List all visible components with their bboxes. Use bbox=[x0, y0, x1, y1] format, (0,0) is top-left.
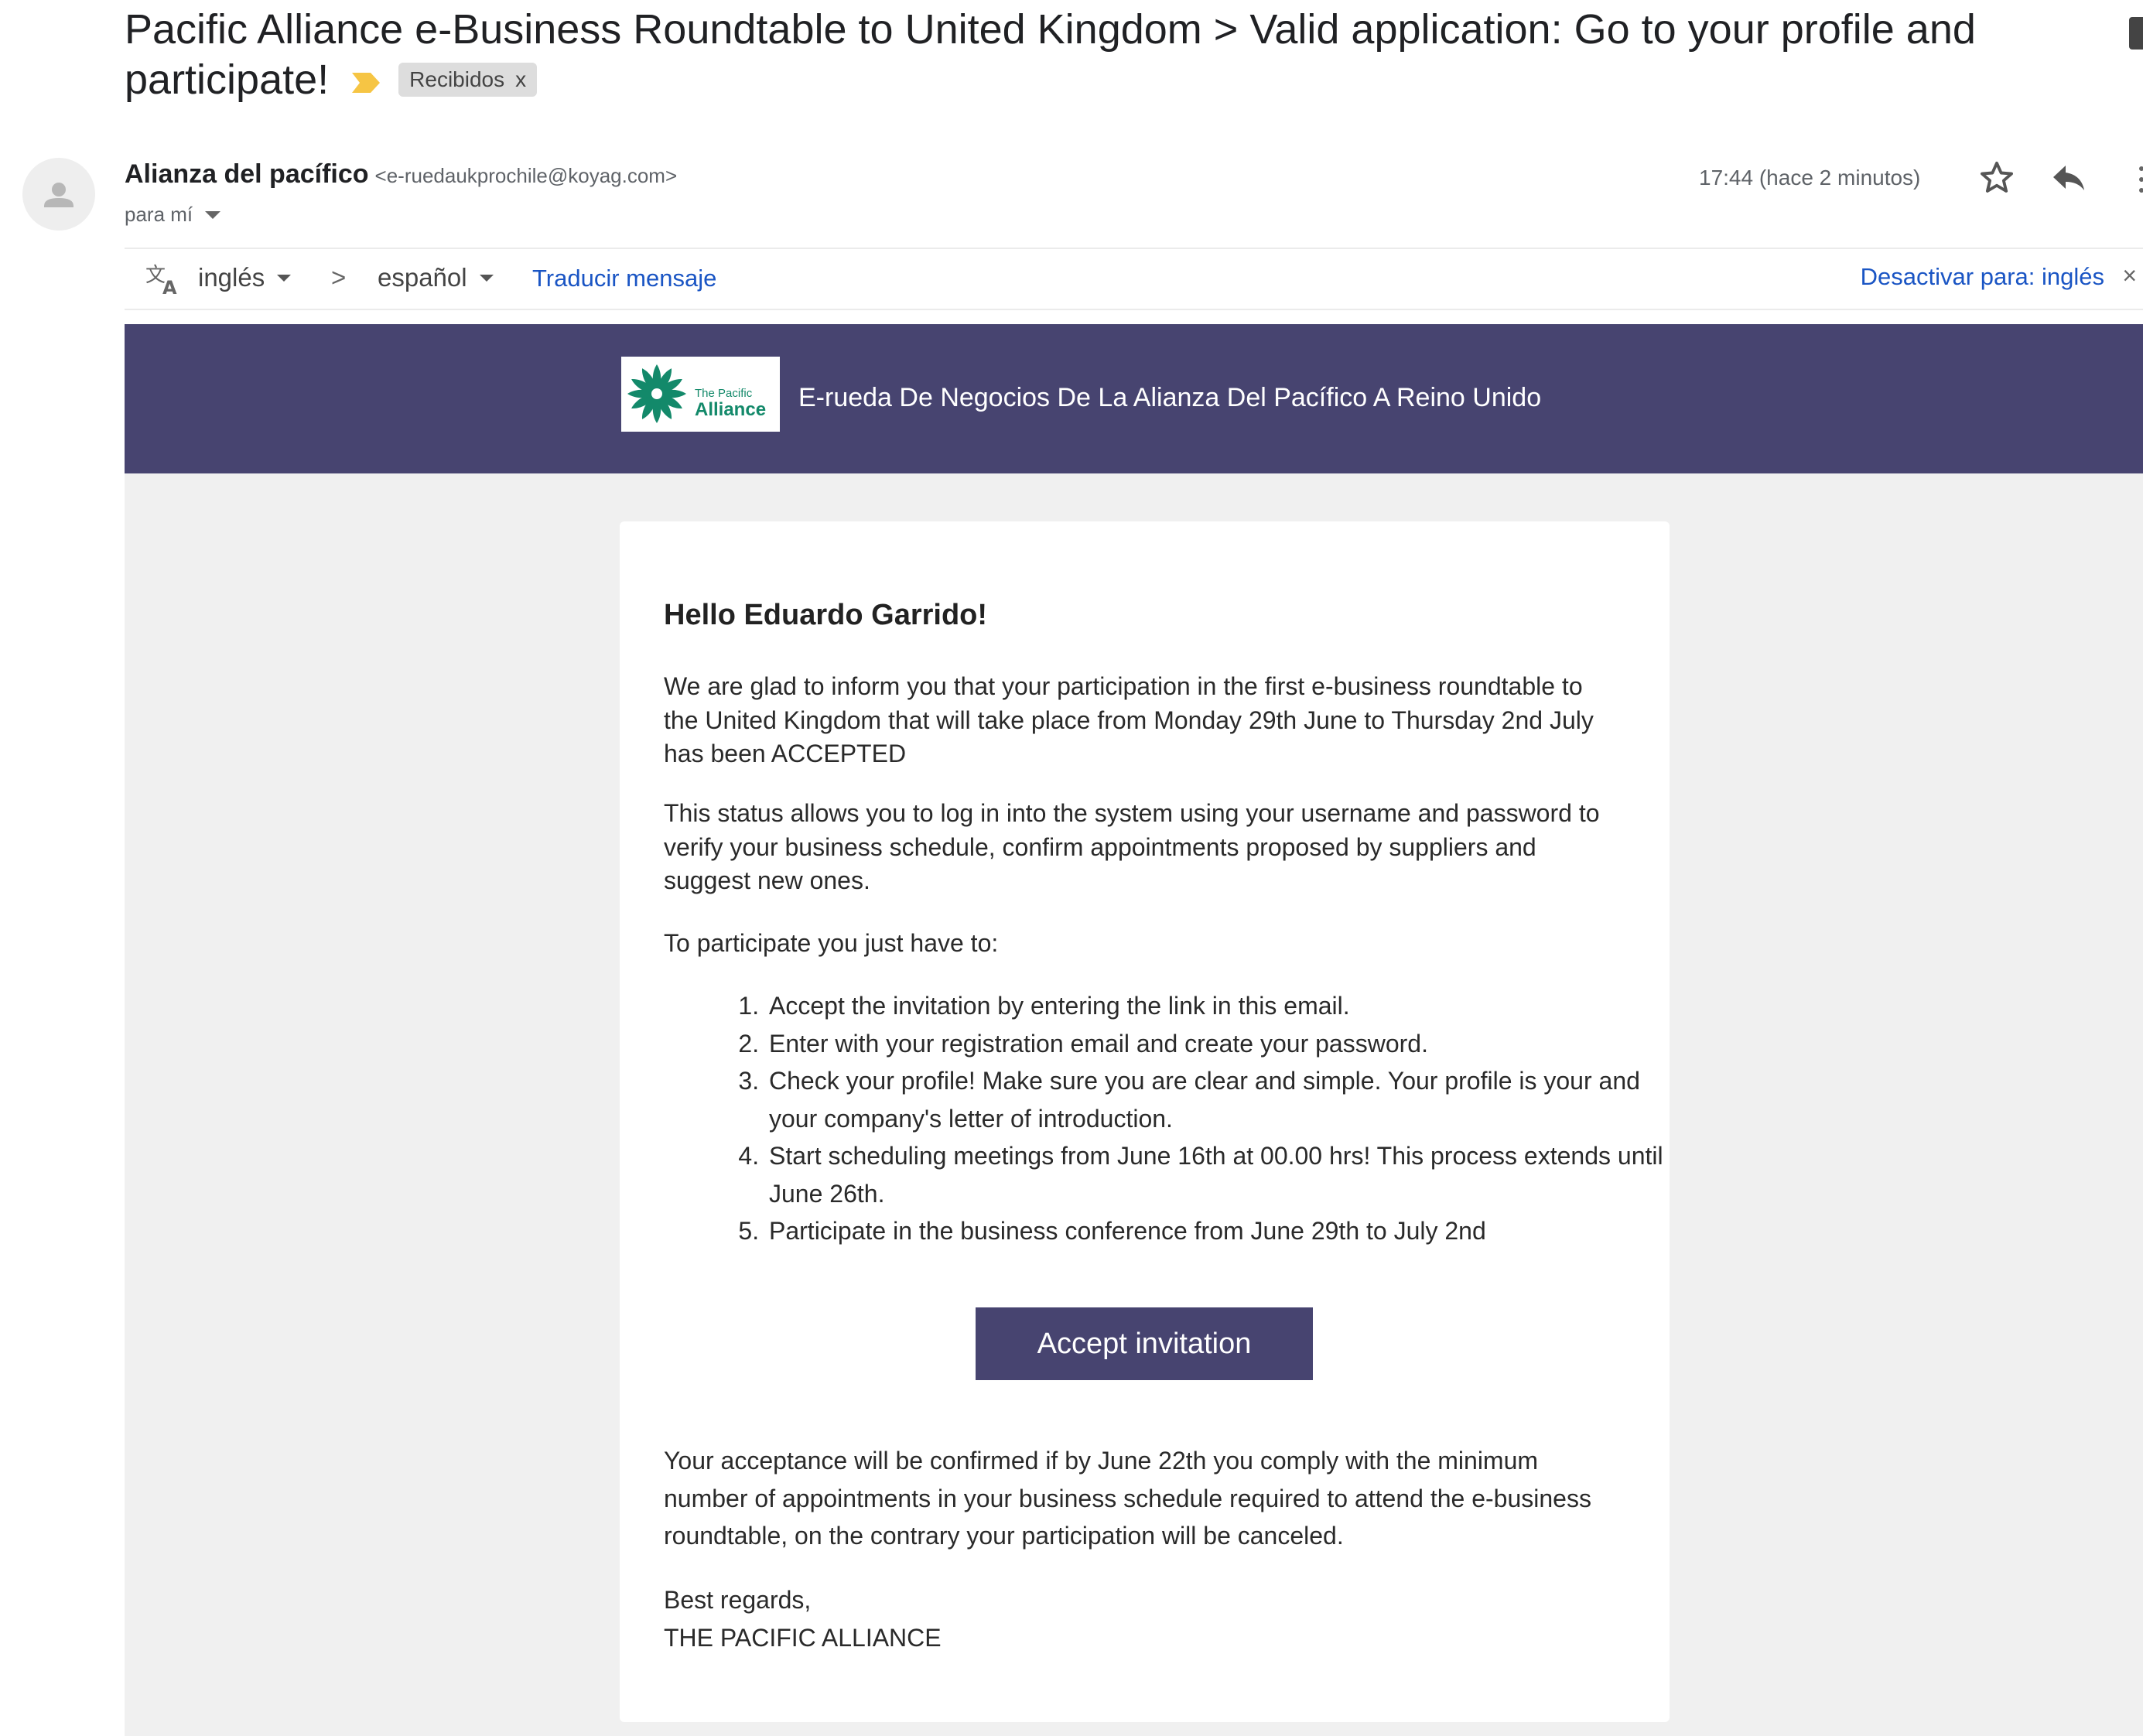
star-icon[interactable] bbox=[1977, 158, 2017, 198]
target-language-select[interactable]: español bbox=[378, 263, 494, 292]
greeting: Hello Eduardo Garrido! bbox=[664, 599, 988, 631]
translate-icon: 文 A bbox=[145, 264, 177, 297]
paragraph-instructions: To participate you just have to: bbox=[664, 929, 999, 957]
more-icon[interactable] bbox=[2135, 164, 2143, 195]
label-chip-inbox[interactable]: Recibidos x bbox=[398, 62, 538, 97]
avatar bbox=[22, 158, 95, 231]
reply-icon[interactable] bbox=[2050, 161, 2087, 195]
svg-text:A: A bbox=[162, 277, 177, 297]
language-arrow: > bbox=[331, 263, 347, 292]
close-icon[interactable]: × bbox=[2122, 261, 2137, 290]
signature: THE PACIFIC ALLIANCE bbox=[664, 1623, 942, 1652]
sender-email: <e-ruedaukprochile@koyag.com> bbox=[374, 164, 678, 187]
list-item: Enter with your registration email and c… bbox=[766, 1025, 1663, 1063]
chevron-down-icon bbox=[205, 210, 221, 219]
timestamp: 17:44 (hace 2 minutos) bbox=[1699, 166, 1921, 190]
closing: Best regards, bbox=[664, 1586, 812, 1614]
banner-title: E-rueda De Negocios De La Alianza Del Pa… bbox=[798, 383, 1542, 412]
person-icon bbox=[44, 183, 73, 207]
print-icon[interactable] bbox=[2129, 17, 2143, 50]
signature-block: Best regards, THE PACIFIC ALLIANCE bbox=[664, 1581, 1623, 1656]
divider bbox=[125, 248, 2143, 249]
recipient-details-toggle[interactable]: para mí bbox=[125, 203, 221, 227]
label-chip-remove[interactable]: x bbox=[515, 54, 526, 104]
source-language-select[interactable]: inglés bbox=[198, 263, 292, 292]
list-item: Accept the invitation by entering the li… bbox=[766, 987, 1663, 1025]
label-arrow-icon[interactable] bbox=[350, 71, 381, 94]
translate-message-link[interactable]: Traducir mensaje bbox=[532, 265, 716, 292]
list-item: Participate in the business conference f… bbox=[766, 1212, 1663, 1250]
logo-text-top: The Pacific bbox=[695, 387, 753, 400]
email-subject: Pacific Alliance e-Business Roundtable t… bbox=[125, 5, 1981, 105]
list-item: Start scheduling meetings from June 16th… bbox=[766, 1137, 1663, 1212]
chevron-down-icon bbox=[479, 274, 494, 282]
divider bbox=[125, 309, 2143, 310]
accept-invitation-button[interactable]: Accept invitation bbox=[976, 1307, 1313, 1380]
disable-translation-link[interactable]: Desactivar para: inglés bbox=[1861, 263, 2104, 291]
chevron-down-icon bbox=[277, 274, 292, 282]
paragraph-confirmation: Your acceptance will be confirmed if by … bbox=[664, 1447, 1591, 1550]
steps-list: Accept the invitation by entering the li… bbox=[727, 987, 1663, 1250]
list-item: Check your profile! Make sure you are cl… bbox=[766, 1062, 1663, 1137]
sender-name: Alianza del pacífico <e-ruedaukprochile@k… bbox=[125, 159, 678, 189]
paragraph-accepted: We are glad to inform you that your part… bbox=[664, 672, 1594, 767]
paragraph-status: This status allows you to log in into th… bbox=[664, 799, 1600, 894]
logo-text-bottom: Alliance bbox=[695, 399, 766, 420]
pacific-alliance-logo: The Pacific Alliance bbox=[621, 357, 780, 432]
